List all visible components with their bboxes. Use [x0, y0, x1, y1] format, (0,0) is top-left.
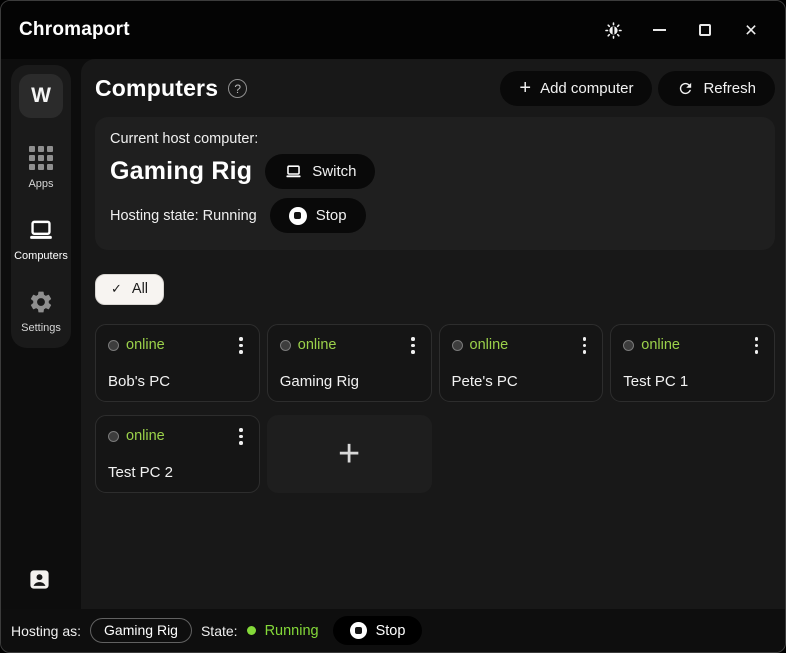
host-name: Gaming Rig [110, 157, 252, 186]
gear-icon [28, 289, 54, 315]
status-dot [452, 340, 463, 351]
host-caption: Current host computer: [110, 131, 760, 147]
window-controls: × [597, 15, 767, 45]
sidebar-item-label: Apps [28, 178, 53, 190]
app-window: Chromaport × [0, 0, 786, 653]
laptop-icon [26, 217, 56, 243]
help-icon[interactable]: ? [228, 79, 247, 98]
card-menu-icon[interactable] [751, 335, 763, 356]
hosting-state-text: Hosting state: Running [110, 208, 257, 224]
computer-name: Test PC 1 [623, 373, 762, 390]
theme-toggle-icon[interactable] [597, 15, 629, 45]
status-dot [623, 340, 634, 351]
computer-card[interactable]: online Bob's PC [95, 324, 260, 402]
maximize-button[interactable] [689, 15, 721, 45]
status-text: online [298, 337, 337, 353]
filter-chip-all[interactable]: ✓ All [95, 274, 164, 305]
check-icon: ✓ [111, 281, 122, 297]
switch-button[interactable]: Switch [265, 154, 375, 189]
sidebar-item-computers[interactable]: Computers [11, 217, 71, 262]
filter-row: ✓ All [95, 274, 775, 305]
app-body: W Apps Computers [1, 59, 785, 609]
computer-name: Bob's PC [108, 373, 247, 390]
content-header: Computers ? + Add computer Refresh [95, 71, 775, 106]
stop-icon [289, 207, 307, 225]
stop-icon [350, 622, 367, 639]
main-content: Computers ? + Add computer Refresh [81, 59, 785, 609]
account-icon[interactable] [28, 567, 51, 597]
card-menu-icon[interactable] [407, 335, 419, 356]
computer-card[interactable]: online Pete's PC [439, 324, 604, 402]
footer-status-bar: Hosting as: Gaming Rig State: Running St… [1, 609, 785, 652]
computer-card[interactable]: online Test PC 1 [610, 324, 775, 402]
hosting-as-label: Hosting as: [11, 623, 81, 639]
page-title: Computers [95, 75, 218, 102]
running-status-text: Running [265, 623, 319, 639]
avatar[interactable]: W [19, 74, 63, 118]
footer-stop-button[interactable]: Stop [333, 616, 423, 645]
status-dot [108, 340, 119, 351]
computer-card[interactable]: online Gaming Rig [267, 324, 432, 402]
status-text: online [470, 337, 509, 353]
status-text: online [641, 337, 680, 353]
computer-name: Test PC 2 [108, 464, 247, 481]
status-text: online [126, 428, 165, 444]
card-menu-icon[interactable] [235, 335, 247, 356]
sidebar: W Apps Computers [1, 59, 81, 609]
app-title: Chromaport [19, 19, 130, 41]
computer-name: Pete's PC [452, 373, 591, 390]
refresh-icon [677, 80, 694, 97]
host-panel: Current host computer: Gaming Rig Switch [95, 117, 775, 250]
status-dot [108, 431, 119, 442]
add-computer-button[interactable]: + Add computer [500, 71, 652, 106]
apps-grid-icon [29, 145, 53, 171]
titlebar: Chromaport × [1, 1, 785, 59]
refresh-button[interactable]: Refresh [658, 71, 775, 106]
add-computer-card[interactable]: + [267, 415, 432, 493]
computer-name: Gaming Rig [280, 373, 419, 390]
minimize-button[interactable] [643, 15, 675, 45]
footer-host-chip[interactable]: Gaming Rig [90, 618, 192, 643]
laptop-icon [284, 163, 303, 180]
state-label: State: [201, 623, 238, 639]
sidebar-pill: W Apps Computers [11, 65, 71, 348]
sidebar-item-label: Settings [21, 322, 61, 334]
close-icon: × [745, 20, 757, 41]
computers-grid: online Bob's PC online Gaming Rig online… [95, 324, 775, 493]
sidebar-item-settings[interactable]: Settings [11, 289, 71, 334]
card-menu-icon[interactable] [579, 335, 591, 356]
sidebar-item-label: Computers [14, 250, 68, 262]
running-status-dot [247, 626, 256, 635]
plus-icon: + [338, 435, 360, 473]
status-text: online [126, 337, 165, 353]
plus-icon: + [519, 78, 531, 98]
status-dot [280, 340, 291, 351]
computer-card[interactable]: online Test PC 2 [95, 415, 260, 493]
card-menu-icon[interactable] [235, 426, 247, 447]
stop-hosting-button[interactable]: Stop [270, 198, 366, 233]
close-button[interactable]: × [735, 15, 767, 45]
sidebar-item-apps[interactable]: Apps [11, 145, 71, 190]
